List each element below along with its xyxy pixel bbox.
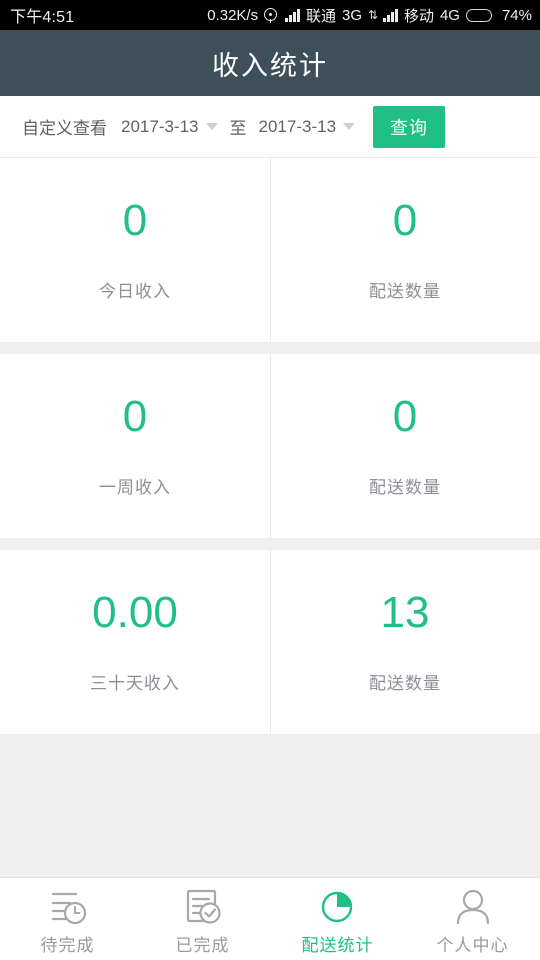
tab-label: 已完成 (175, 935, 230, 955)
tab-label: 配送统计 (301, 935, 374, 955)
query-button[interactable]: 查询 (373, 105, 446, 148)
carrier-label-2: 移动 (403, 7, 434, 25)
carrier-label-1: 联通 (305, 7, 336, 25)
statistics-list: 0 今日收入 0 配送数量 0 一周收入 0 配送数量 0.00 三十天收入 1… (0, 158, 540, 735)
person-icon (453, 887, 493, 927)
stat-cell-week-count: 0 配送数量 (270, 354, 540, 538)
stat-row-week: 0 一周收入 0 配送数量 (0, 354, 540, 539)
pie-chart-icon (318, 887, 358, 927)
stat-cell-today-income: 0 今日收入 (0, 158, 270, 342)
status-bar-time: 下午4:51 (10, 9, 75, 26)
signal-strength-icon-1 (285, 8, 300, 22)
gps-icon (264, 7, 279, 23)
network-type-label-2: 4G (439, 6, 460, 24)
document-check-icon (183, 887, 223, 927)
stat-label: 今日收入 (99, 281, 171, 301)
filter-label: 自定义查看 (22, 119, 107, 138)
tab-completed[interactable]: 已完成 (135, 878, 270, 960)
chevron-down-icon (343, 123, 356, 130)
stat-row-today: 0 今日收入 0 配送数量 (0, 158, 540, 343)
stat-value: 0 (392, 195, 418, 245)
data-transfer-arrows-icon: ⇅ (368, 8, 378, 22)
stat-value: 0 (122, 391, 148, 441)
tab-delivery-statistics[interactable]: 配送统计 (270, 878, 405, 960)
tab-pending[interactable]: 待完成 (0, 878, 135, 960)
stat-value: 0 (392, 391, 418, 441)
stat-label: 配送数量 (369, 673, 441, 693)
stat-label: 一周收入 (99, 477, 171, 497)
network-type-label-1: 3G (341, 6, 362, 24)
status-bar: 下午4:51 0.32K/s 联通 3G ⇅ 移动 4G 74% (0, 0, 540, 30)
stat-cell-thirty-days-income: 0.00 三十天收入 (0, 550, 270, 734)
stat-value: 0 (122, 195, 148, 245)
status-bar-indicators: 0.32K/s 联通 3G ⇅ 移动 4G 74% (207, 0, 532, 30)
stat-label: 三十天收入 (90, 673, 180, 693)
start-date-picker[interactable]: 2017-3-13 (121, 117, 218, 137)
tab-label: 待完成 (40, 935, 95, 955)
stat-cell-week-income: 0 一周收入 (0, 354, 270, 538)
stat-cell-thirty-days-count: 13 配送数量 (270, 550, 540, 734)
stat-row-thirty-days: 0.00 三十天收入 13 配送数量 (0, 550, 540, 735)
chevron-down-icon (205, 123, 218, 130)
signal-strength-icon-2 (383, 8, 398, 22)
date-range-separator: 至 (229, 119, 247, 138)
stat-label: 配送数量 (369, 281, 441, 301)
end-date-picker[interactable]: 2017-3-13 (259, 117, 356, 137)
start-date-value: 2017-3-13 (121, 116, 199, 136)
page-title: 收入统计 (212, 50, 328, 81)
stat-value: 0.00 (92, 587, 178, 637)
date-filter-bar: 自定义查看 2017-3-13 至 2017-3-13 查询 (0, 96, 540, 158)
network-speed-label: 0.32K/s (207, 6, 259, 24)
stat-value: 13 (380, 587, 430, 637)
battery-percent-label: 74% (501, 6, 532, 24)
stat-label: 配送数量 (369, 477, 441, 497)
end-date-value: 2017-3-13 (258, 116, 337, 136)
stat-cell-today-count: 0 配送数量 (270, 158, 540, 342)
bottom-tab-bar: 待完成 已完成 配送统计 个人中心 (0, 877, 540, 960)
battery-icon (465, 8, 492, 22)
app-header: 收入统计 (0, 30, 540, 96)
tab-label: 个人中心 (436, 935, 509, 955)
list-clock-icon (48, 887, 88, 927)
tab-profile[interactable]: 个人中心 (405, 878, 540, 960)
